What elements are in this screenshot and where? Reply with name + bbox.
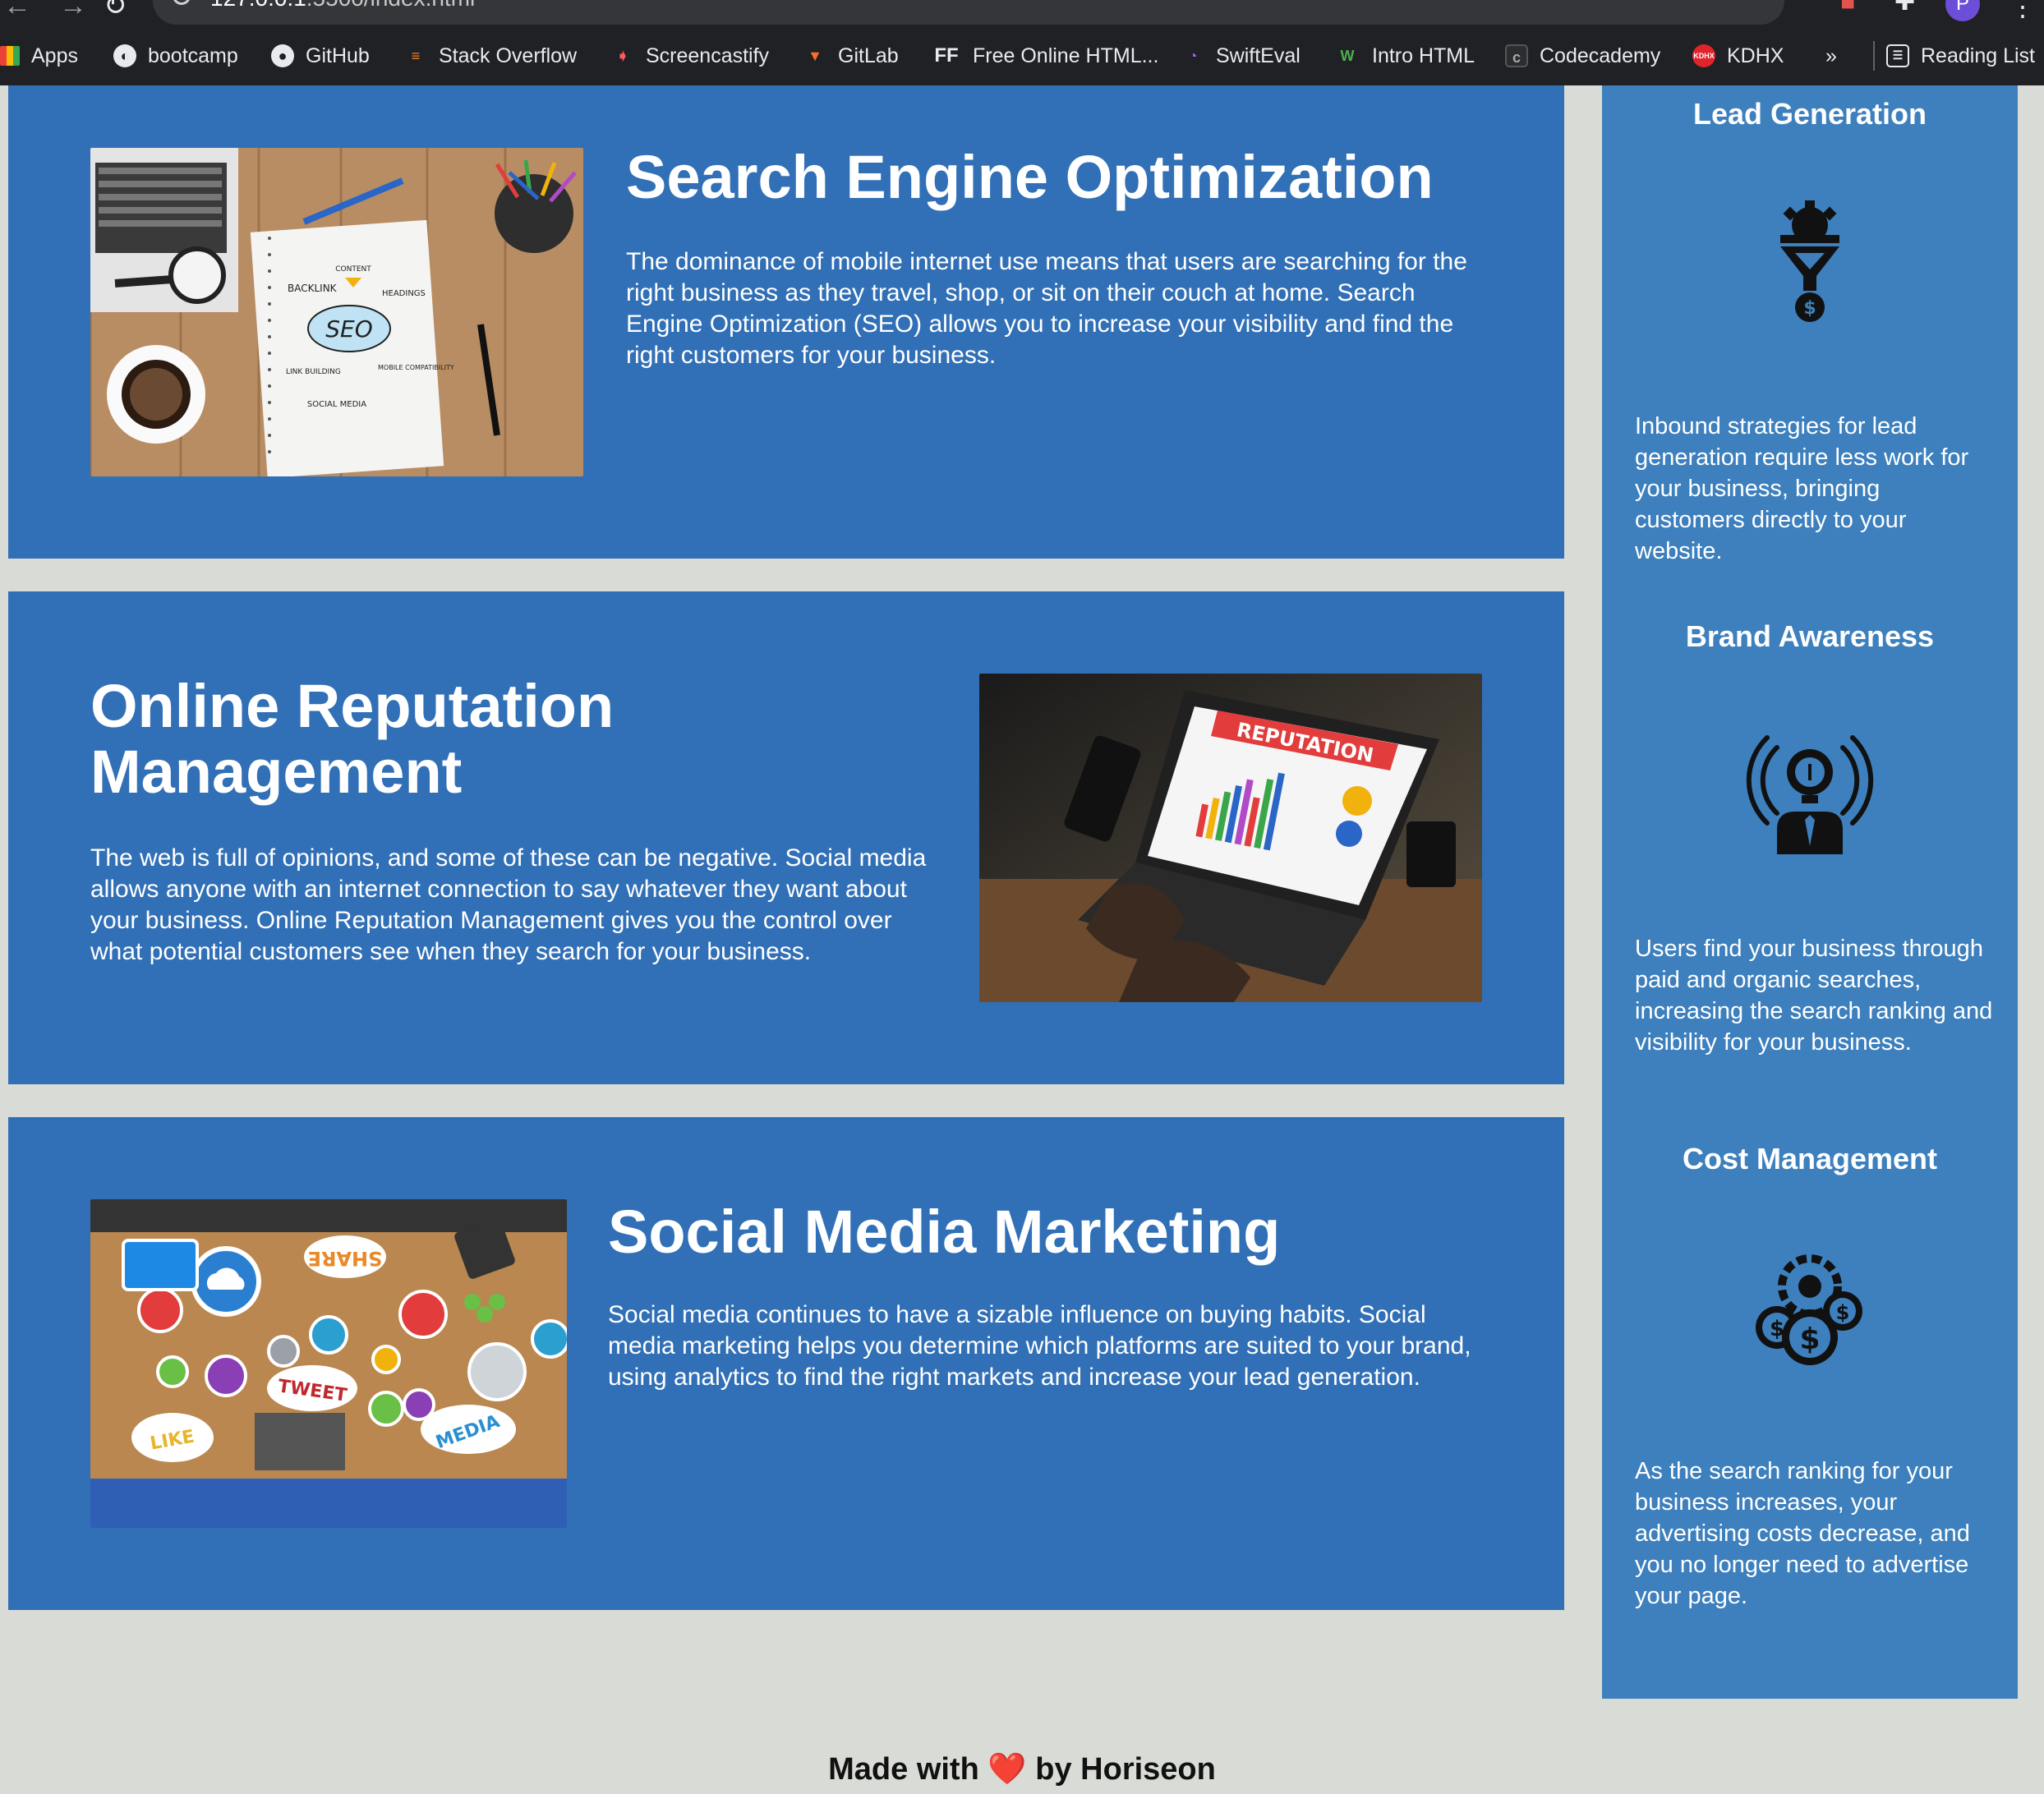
bookmark-label: GitHub (306, 44, 370, 67)
benefit-lead-title: Lead Generation (1692, 97, 1927, 131)
smm-heading: Social Media Marketing (608, 1198, 1281, 1266)
benefits-sidebar: Lead Generation $ Inbound strategies for… (1602, 85, 2018, 1699)
w3-icon: W (1340, 48, 1355, 64)
benefit-brand-text: Users find your business through paid an… (1635, 936, 1993, 1056)
puzzle-extensions-icon[interactable]: ✚ (1894, 0, 1915, 15)
swifteval-icon: ◔ (1188, 48, 1198, 64)
bookmarks-overflow-button[interactable]: » (1825, 41, 1837, 71)
bookmark-label: Apps (31, 44, 78, 67)
seo-image-word: MOBILE COMPATIBILITY (378, 364, 454, 371)
bookmark-label: Free Online HTML... (973, 44, 1159, 67)
bookmark-screencastify[interactable]: ➧ Screencastify (611, 41, 769, 71)
kdhx-icon: KDHX (1692, 44, 1715, 67)
orm-text: The web is full of opinions, and some of… (90, 844, 927, 965)
svg-text:$: $ (1803, 298, 1816, 319)
seo-section: SEO CONTENT BACKLINK HEADINGS LINK BUILD… (8, 85, 1564, 559)
forward-arrow-icon[interactable]: → (59, 0, 87, 20)
bookmarks-bar: Apps ◐ bootcamp ● GitHub ≡ Stack Overflo… (0, 26, 2044, 85)
bookmark-label: Screencastify (646, 44, 770, 67)
benefit-brand-title: Brand Awareness (1685, 619, 1935, 653)
browser-menu-icon[interactable]: ⋮ (2009, 0, 2036, 20)
seo-image-word: SEO (325, 315, 373, 343)
reading-list-button[interactable]: ☰ Reading List (1873, 41, 2035, 71)
globe-icon: ◐ (113, 44, 136, 67)
bookmark-label: SwiftEval (1216, 44, 1301, 67)
bookmark-star-icon[interactable]: ☆ (1725, 0, 1752, 3)
svg-text:$: $ (1799, 1322, 1820, 1356)
seo-image-word: CONTENT (335, 265, 371, 274)
svg-text:$: $ (1836, 1301, 1850, 1324)
bookmark-label: Reading List (1921, 44, 2035, 67)
seo-image-word: HEADINGS (382, 289, 426, 298)
footer-suffix: by Horiseon (1035, 1752, 1216, 1787)
bookmark-apps[interactable]: Apps (0, 41, 78, 71)
gitlab-icon: ▼ (808, 48, 822, 64)
bookmark-stack-overflow[interactable]: ≡ Stack Overflow (404, 41, 577, 71)
profile-avatar[interactable]: P (1945, 0, 1980, 21)
back-arrow-icon[interactable]: ← (3, 0, 31, 20)
benefit-lead-text: Inbound strategies for lead generation r… (1635, 413, 1969, 564)
footer-prefix: Made with (828, 1752, 979, 1787)
bookmark-free-online-html[interactable]: FF Free Online HTML... (932, 41, 1158, 71)
github-icon: ● (271, 44, 294, 67)
apps-grid-icon (0, 46, 20, 66)
browser-toolbar: ← → ↻ 127.0.0.1:5500/index.html ☆ ■ ✚ P … (0, 0, 2044, 26)
bookmark-bootcamp[interactable]: ◐ bootcamp (113, 41, 238, 71)
footer: Made with ❤️ by Horiseon (0, 1745, 2044, 1794)
bookmark-label: Intro HTML (1372, 44, 1475, 67)
bookmark-label: Stack Overflow (439, 44, 578, 67)
codecademy-icon: c (1505, 44, 1528, 67)
bookmark-github[interactable]: ● GitHub (271, 41, 370, 71)
address-bar[interactable]: 127.0.0.1:5500/index.html ☆ (153, 0, 1784, 25)
orm-heading: Online Reputation Management (90, 672, 615, 806)
bookmark-gitlab[interactable]: ▼ GitLab (803, 41, 899, 71)
ff-icon: FF (934, 44, 959, 67)
seo-image-word: SOCIAL MEDIA (307, 400, 366, 409)
url-text[interactable]: 127.0.0.1:5500/index.html (210, 0, 475, 12)
screencastify-extension-icon[interactable]: ■ (1840, 0, 1855, 15)
reading-list-icon: ☰ (1886, 44, 1909, 67)
bookmark-intro-html[interactable]: W Intro HTML (1334, 41, 1475, 71)
bookmark-label: bootcamp (148, 44, 238, 67)
smm-image: SHARE TWEET LIKE MEDIA (90, 1199, 567, 1528)
seo-image-word: LINK BUILDING (286, 368, 341, 376)
bookmark-swifteval[interactable]: ◔ SwiftEval (1181, 41, 1301, 71)
benefit-cost-title: Cost Management (1682, 1142, 1938, 1175)
seo-text: The dominance of mobile internet use mea… (626, 248, 1467, 369)
benefit-cost-text: As the search ranking for your business … (1635, 1458, 1970, 1609)
bookmark-kdhx[interactable]: KDHX KDHX (1692, 41, 1784, 71)
seo-heading: Search Engine Optimization (626, 143, 1434, 211)
bookmark-label: KDHX (1727, 44, 1784, 67)
smm-text: Social media continues to have a sizable… (608, 1301, 1471, 1391)
lead-generation-icon: $ (1780, 200, 1839, 322)
seo-image: SEO CONTENT BACKLINK HEADINGS LINK BUILD… (90, 148, 583, 476)
orm-section: Online Reputation Management The web is … (8, 591, 1564, 1084)
smm-section: SHARE TWEET LIKE MEDIA Social Media Mark… (8, 1117, 1564, 1610)
seo-image-word: BACKLINK (288, 283, 338, 294)
bookmark-label: GitLab (838, 44, 899, 67)
stackoverflow-icon: ≡ (411, 48, 421, 64)
cost-management-icon: $ $ $ (1756, 1254, 1862, 1365)
screencastify-icon: ➧ (616, 48, 629, 64)
smm-image-word: SHARE (308, 1247, 383, 1270)
orm-image: REPUTATION (979, 674, 1482, 1002)
bookmark-codecademy[interactable]: c Codecademy (1505, 41, 1660, 71)
heart-icon: ❤️ (987, 1752, 1027, 1787)
overflow-chevron-icon: » (1825, 44, 1837, 67)
bookmark-label: Codecademy (1540, 44, 1661, 67)
brand-awareness-icon (1746, 735, 1874, 854)
site-info-icon[interactable] (173, 0, 191, 5)
reload-icon[interactable]: ↻ (104, 0, 127, 20)
